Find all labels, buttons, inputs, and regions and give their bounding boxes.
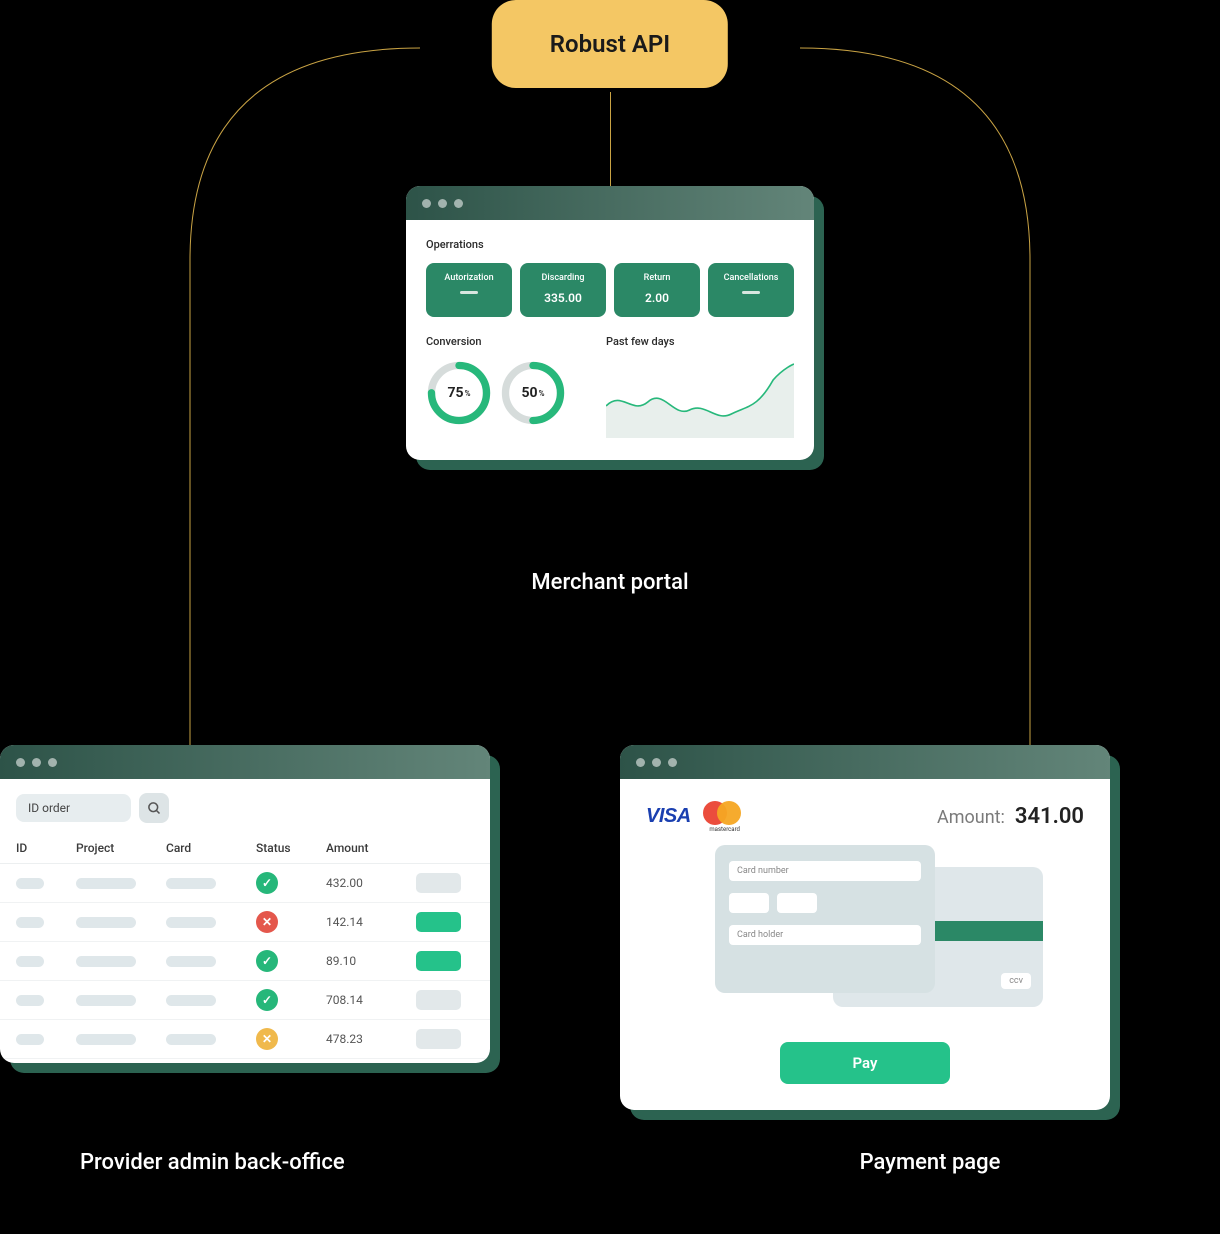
expiry-field-1[interactable] (729, 893, 769, 913)
status-warning-icon: ✕ (256, 1028, 278, 1050)
op-value: 2.00 (618, 291, 696, 305)
amount-cell: 432.00 (326, 876, 416, 890)
placeholder-cell (16, 995, 44, 1006)
placeholder-cell (16, 956, 44, 967)
window-dot-icon (652, 758, 661, 767)
col-id: ID (16, 841, 76, 855)
placeholder-cell (166, 956, 216, 967)
window-titlebar (0, 745, 490, 779)
window-dot-icon (668, 758, 677, 767)
row-action-button[interactable] (416, 951, 461, 971)
window-dot-icon (636, 758, 645, 767)
placeholder-cell (166, 995, 216, 1006)
op-label: Return (618, 273, 696, 283)
conversion-title: Conversion (426, 335, 586, 348)
donut-value: 50 (522, 385, 538, 401)
row-action-button[interactable] (416, 990, 461, 1010)
amount-cell: 478.23 (326, 1032, 416, 1046)
pay-button[interactable]: Pay (780, 1042, 950, 1084)
placeholder-cell (76, 956, 136, 967)
col-project: Project (76, 841, 166, 855)
status-success-icon: ✓ (256, 950, 278, 972)
operations-cards-row: Autorization Discarding 335.00 Return 2.… (426, 263, 794, 317)
amount-cell: 142.14 (326, 915, 416, 929)
card-holder-field[interactable]: Card holder (729, 925, 921, 945)
window-dot-icon (16, 758, 25, 767)
amount-label: Amount: (937, 807, 1005, 828)
window-dot-icon (454, 199, 463, 208)
placeholder-cell (166, 878, 216, 889)
window-dot-icon (32, 758, 41, 767)
mastercard-logo-icon: mastercard (703, 801, 747, 831)
table-row[interactable]: ✓ 708.14 (0, 981, 490, 1020)
op-empty-dash (742, 291, 760, 294)
expiry-field-2[interactable] (777, 893, 817, 913)
conversion-donut-1: 75% (426, 360, 492, 426)
placeholder-cell (76, 878, 136, 889)
window-dot-icon (422, 199, 431, 208)
robust-api-pill: Robust API (492, 0, 728, 88)
order-id-search-input[interactable]: ID order (16, 794, 131, 822)
col-amount: Amount (326, 841, 416, 855)
placeholder-cell (76, 995, 136, 1006)
placeholder-cell (166, 1034, 216, 1045)
op-card-authorization[interactable]: Autorization (426, 263, 512, 317)
trend-sparkline-chart (606, 360, 794, 438)
op-label: Cancellations (712, 273, 790, 283)
row-action-button[interactable] (416, 873, 461, 893)
merchant-portal-window: Operrations Autorization Discarding 335.… (406, 186, 814, 460)
op-empty-dash (460, 291, 478, 294)
col-card: Card (166, 841, 256, 855)
table-row[interactable]: ✓ 89.10 (0, 942, 490, 981)
placeholder-cell (16, 917, 44, 928)
placeholder-cell (76, 917, 136, 928)
status-success-icon: ✓ (256, 989, 278, 1011)
chart-title: Past few days (606, 335, 794, 348)
op-label: Autorization (430, 273, 508, 283)
op-card-cancellations[interactable]: Cancellations (708, 263, 794, 317)
card-front-graphic: Card number Card holder (715, 845, 935, 993)
op-label: Discarding (524, 273, 602, 283)
amount-display: Amount: 341.00 (937, 804, 1084, 829)
amount-cell: 89.10 (326, 954, 416, 968)
payment-page-caption: Payment page (780, 1150, 1080, 1175)
placeholder-cell (16, 878, 44, 889)
amount-value: 341.00 (1015, 804, 1084, 829)
search-button[interactable] (139, 793, 169, 823)
status-success-icon: ✓ (256, 872, 278, 894)
credit-card-graphic: ccv Card number Card holder (715, 845, 1015, 1020)
status-error-icon: ✕ (256, 911, 278, 933)
conversion-donut-2: 50% (500, 360, 566, 426)
search-icon (147, 801, 162, 816)
window-dot-icon (438, 199, 447, 208)
op-card-discarding[interactable]: Discarding 335.00 (520, 263, 606, 317)
ccv-field[interactable]: ccv (1001, 973, 1031, 989)
placeholder-cell (76, 1034, 136, 1045)
table-row[interactable]: ✓ 432.00 (0, 864, 490, 903)
card-number-field[interactable]: Card number (729, 861, 921, 881)
donut-value: 75 (448, 385, 464, 401)
operations-title: Operrations (426, 238, 794, 251)
table-row[interactable]: ✕ 142.14 (0, 903, 490, 942)
amount-cell: 708.14 (326, 993, 416, 1007)
window-titlebar (620, 745, 1110, 779)
op-card-return[interactable]: Return 2.00 (614, 263, 700, 317)
row-action-button[interactable] (416, 1029, 461, 1049)
placeholder-cell (166, 917, 216, 928)
connector-vertical-line (610, 92, 611, 187)
backoffice-window: ID order ID Project Card Status Amount ✓ (0, 745, 490, 1063)
payment-page-window: VISA mastercard Amount: 341.00 ccv Card … (620, 745, 1110, 1110)
backoffice-caption: Provider admin back-office (80, 1150, 480, 1175)
api-pill-label: Robust API (550, 30, 670, 58)
col-status: Status (256, 841, 326, 855)
row-action-button[interactable] (416, 912, 461, 932)
table-row[interactable]: ✕ 478.23 (0, 1020, 490, 1059)
merchant-portal-caption: Merchant portal (531, 570, 688, 595)
table-header-row: ID Project Card Status Amount (0, 833, 490, 864)
window-dot-icon (48, 758, 57, 767)
op-value: 335.00 (524, 291, 602, 305)
window-titlebar (406, 186, 814, 220)
visa-logo-icon: VISA (646, 805, 691, 828)
placeholder-cell (16, 1034, 44, 1045)
